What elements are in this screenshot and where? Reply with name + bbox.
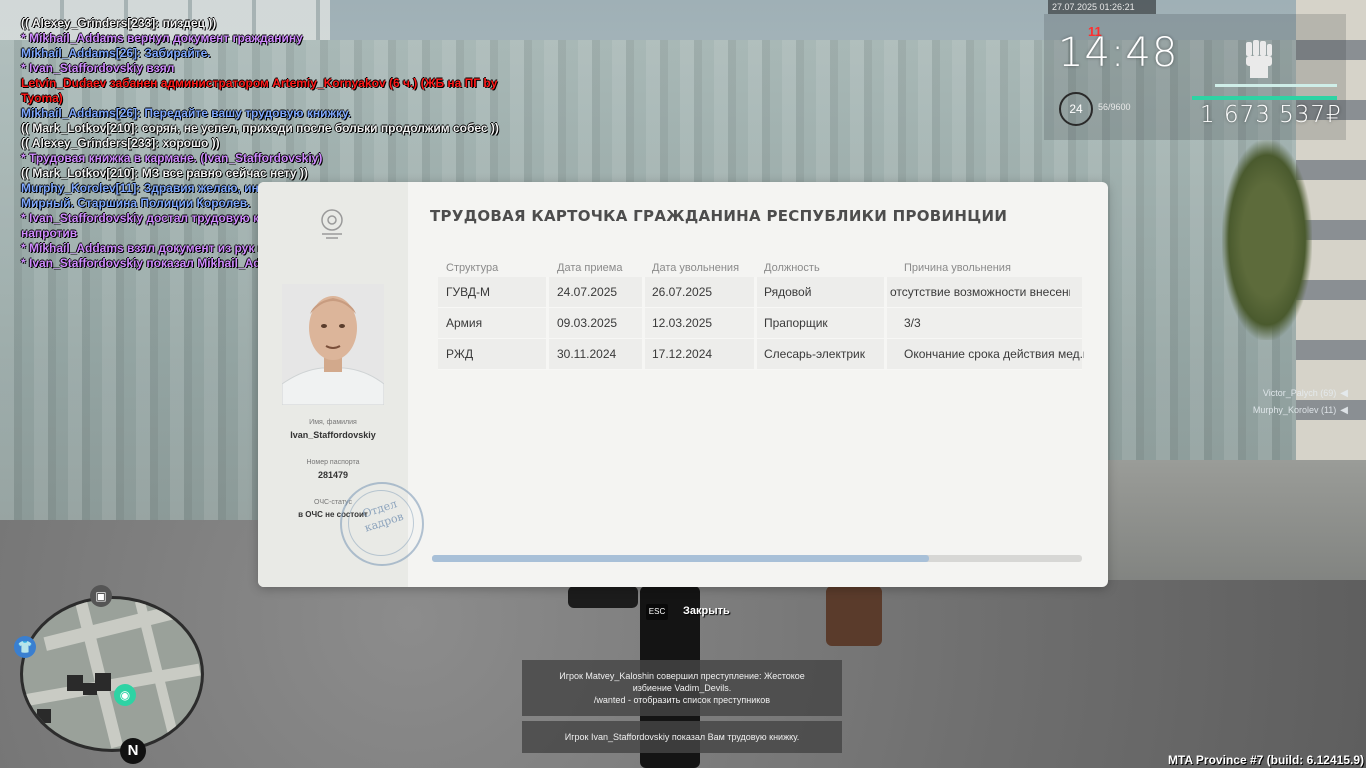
hr-department-stamp: Отдел кадров: [340, 482, 424, 566]
column-header: Дата приема: [557, 262, 623, 274]
column-header: Структура: [446, 262, 499, 274]
chat-line: Mikhail_Addams[26]: Передайте вашу трудо…: [21, 106, 351, 120]
employment-history-table: Структура Дата приема Дата увольнения До…: [438, 260, 1084, 370]
table-row: Армия 09.03.2025 12.03.2025 Прапорщик 3/…: [438, 308, 1082, 339]
citizen-photo: [282, 284, 384, 405]
chat-line: Mikhail_Addams[26]: Забирайте.: [21, 46, 211, 60]
compass-north: N: [120, 738, 146, 764]
chat-line: (( Alexey_Grinders[233]: хорошо )): [21, 136, 220, 150]
speaker-icon: ◀: [1340, 405, 1348, 416]
experience-counter: 56/9600: [1098, 102, 1131, 112]
speaker-icon: ◀: [1340, 388, 1348, 399]
column-header: Должность: [764, 262, 820, 274]
health-bar: [1215, 84, 1337, 87]
voice-speaker-name: Murphy_Korolev (11): [1252, 405, 1337, 415]
table-cell: Армия: [446, 316, 483, 330]
hud-clock: 14:48: [1058, 30, 1179, 76]
notification-line: Игрок Matvey_Kaloshin совершил преступле…: [559, 671, 805, 681]
chat-line: * Mikhail_Addams вернул документ граждан…: [21, 31, 303, 45]
table-row: РЖД 30.11.2024 17.12.2024 Слесарь-электр…: [438, 339, 1084, 370]
minimap: [20, 596, 204, 752]
voice-speaker-name: Victor_Palych (69): [1262, 388, 1337, 398]
esc-key-hint[interactable]: ESC: [646, 604, 668, 620]
emblem-icon: [316, 204, 348, 244]
clothes-shop-icon: 👕: [14, 636, 36, 658]
table-cell: 30.11.2024: [557, 347, 617, 361]
table-cell: Рядовой: [764, 285, 812, 299]
raised-fist-icon: [1240, 38, 1276, 80]
armor-bar: [1192, 96, 1337, 100]
table-cell: 09.03.2025: [557, 316, 618, 330]
notification-line: избиение Vadim_Devils.: [632, 683, 732, 693]
passport-label: Номер паспорта: [306, 459, 360, 466]
table-cell: 26.07.2025: [652, 285, 713, 299]
passport-number: 281479: [317, 470, 349, 480]
crime-notification: Игрок Matvey_Kaloshin совершил преступле…: [522, 660, 842, 716]
build-info: MTA Province #7 (build: 6.12415.9): [1167, 753, 1364, 767]
player-marker-icon: ◉: [114, 684, 136, 706]
voice-speaker-item: Victor_Palych (69) ◀: [1263, 388, 1348, 399]
hud-datetime: 27.07.2025 01:26:21: [1048, 0, 1156, 14]
character-shoe: [568, 586, 638, 608]
voice-speaker-item: Murphy_Korolev (11) ◀: [1253, 405, 1348, 416]
notification-line: Игрок Ivan_Staffordovskiy показал Вам тр…: [564, 732, 800, 742]
chat-line: (( Alexey_Grinders[233]: пиздец )): [21, 16, 217, 30]
chat-line: * Трудовая книжка в кармане. (Ivan_Staff…: [21, 151, 323, 165]
table-row: ГУВД-М 24.07.2025 26.07.2025 Рядовой отс…: [438, 277, 1082, 308]
table-header: Структура Дата приема Дата увольнения До…: [438, 260, 1082, 277]
table-cell: Окончание срока действия мед.ка: [904, 347, 1084, 361]
table-cell: Прапорщик: [764, 316, 828, 330]
bus-icon: ▣: [90, 585, 112, 607]
tree: [1222, 140, 1312, 340]
horizontal-scrollbar[interactable]: [432, 555, 1082, 562]
table-cell: 3/3: [904, 316, 921, 330]
name-label: Имя, фамилия: [309, 419, 357, 426]
chat-line: * Ivan_Staffordovskiy взял: [21, 61, 175, 75]
work-record-card: Имя, фамилия Ivan_Staffordovskiy Номер п…: [258, 182, 1108, 587]
card-title: ТРУДОВАЯ КАРТОЧКА ГРАЖДАНИНА РЕСПУБЛИКИ …: [430, 207, 1008, 225]
level-badge: 24: [1059, 92, 1093, 126]
citizen-name: Ivan_Staffordovskiy: [290, 430, 376, 440]
table-cell: 17.12.2024: [652, 347, 713, 361]
chat-line: (( Mark_Lotkov[210]: МЗ все равно сейчас…: [21, 166, 308, 180]
document-shown-notification: Игрок Ivan_Staffordovskiy показал Вам тр…: [522, 721, 842, 753]
npc-character: [826, 586, 882, 646]
table-cell: 12.03.2025: [652, 316, 713, 330]
scrollbar-thumb[interactable]: [432, 555, 930, 562]
money-display: 1 673 537₽: [1200, 102, 1342, 128]
table-cell: РЖД: [446, 347, 474, 361]
chat-line: Letvin_Dudaev забанен администратором Ar…: [21, 76, 501, 105]
chat-line: (( Mark_Lotkov[210]: сорян, не успел, пр…: [21, 121, 499, 135]
column-header: Дата увольнения: [652, 262, 740, 274]
table-cell: отсутствие возможности внесения: [890, 285, 1070, 299]
table-cell: 24.07.2025: [557, 285, 618, 299]
notification-line: /wanted - отобразить список преступников: [593, 695, 771, 705]
column-header: Причина увольнения: [904, 262, 1011, 274]
table-cell: Слесарь-электрик: [764, 347, 865, 361]
table-cell: ГУВД-М: [446, 285, 490, 299]
close-button[interactable]: Закрыть: [683, 605, 730, 617]
